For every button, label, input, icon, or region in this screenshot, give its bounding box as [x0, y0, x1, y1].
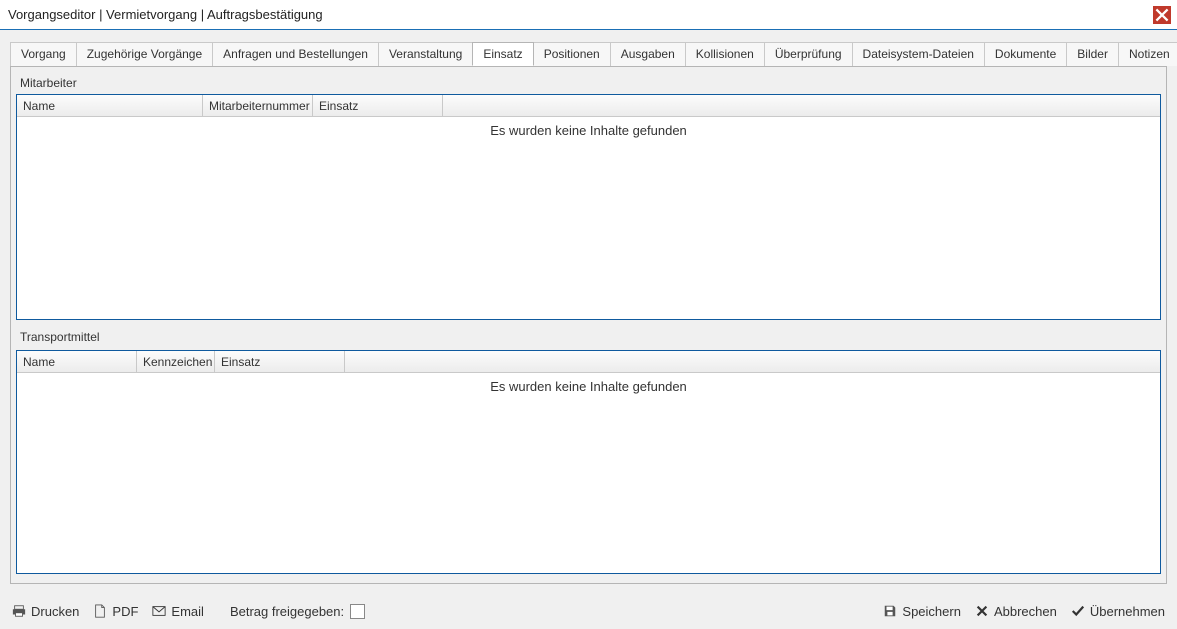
- tab-kollisionen[interactable]: Kollisionen: [685, 42, 765, 66]
- tab-positionen[interactable]: Positionen: [533, 42, 611, 66]
- close-icon: [1155, 8, 1169, 22]
- released-checkbox[interactable]: [350, 604, 365, 619]
- mitarbeiter-col-name[interactable]: Name: [17, 95, 203, 116]
- released-group: Betrag freigegeben:: [230, 604, 365, 619]
- tab-ueberpruefung[interactable]: Überprüfung: [764, 42, 853, 66]
- email-button[interactable]: Email: [152, 604, 204, 619]
- mitarbeiter-col-nummer[interactable]: Mitarbeiternummer: [203, 95, 313, 116]
- transport-col-name[interactable]: Name: [17, 351, 137, 372]
- window-title: Vorgangseditor | Vermietvorgang | Auftra…: [8, 7, 323, 22]
- transport-col-kennzeichen[interactable]: Kennzeichen: [137, 351, 215, 372]
- transport-section-title: Transportmittel: [16, 326, 1161, 348]
- tab-content: Mitarbeiter Name Mitarbeiternummer Einsa…: [10, 66, 1167, 584]
- mitarbeiter-empty-message: Es wurden keine Inhalte gefunden: [17, 117, 1160, 138]
- tab-bilder[interactable]: Bilder: [1066, 42, 1119, 66]
- transport-col-spacer: [345, 351, 1160, 372]
- mitarbeiter-grid: Name Mitarbeiternummer Einsatz Es wurden…: [16, 94, 1161, 320]
- tab-veranstaltung[interactable]: Veranstaltung: [378, 42, 473, 66]
- transport-grid-header: Name Kennzeichen Einsatz: [17, 351, 1160, 373]
- mitarbeiter-col-einsatz[interactable]: Einsatz: [313, 95, 443, 116]
- pdf-button[interactable]: PDF: [93, 604, 138, 619]
- tab-ausgaben[interactable]: Ausgaben: [610, 42, 686, 66]
- tab-bar: Vorgang Zugehörige Vorgänge Anfragen und…: [0, 30, 1177, 66]
- tab-notizen[interactable]: Notizen: [1118, 42, 1177, 66]
- mitarbeiter-grid-body[interactable]: Es wurden keine Inhalte gefunden: [17, 117, 1160, 319]
- transport-empty-message: Es wurden keine Inhalte gefunden: [17, 373, 1160, 394]
- tab-anfragen-bestellungen[interactable]: Anfragen und Bestellungen: [212, 42, 379, 66]
- email-icon: [152, 604, 166, 618]
- cancel-label: Abbrechen: [994, 604, 1057, 619]
- cancel-button[interactable]: Abbrechen: [975, 604, 1057, 619]
- close-button[interactable]: [1153, 6, 1171, 24]
- save-button[interactable]: Speichern: [883, 604, 961, 619]
- check-icon: [1071, 604, 1085, 618]
- email-label: Email: [171, 604, 204, 619]
- transport-col-einsatz[interactable]: Einsatz: [215, 351, 345, 372]
- mitarbeiter-grid-header: Name Mitarbeiternummer Einsatz: [17, 95, 1160, 117]
- cancel-icon: [975, 604, 989, 618]
- save-icon: [883, 604, 897, 618]
- transport-grid: Name Kennzeichen Einsatz Es wurden keine…: [16, 350, 1161, 574]
- save-label: Speichern: [902, 604, 961, 619]
- mitarbeiter-col-spacer: [443, 95, 1160, 116]
- pdf-icon: [93, 604, 107, 618]
- footer-bar: Drucken PDF Email Betrag freigegeben: Sp…: [0, 593, 1177, 629]
- print-icon: [12, 604, 26, 618]
- tab-dokumente[interactable]: Dokumente: [984, 42, 1067, 66]
- tab-einsatz[interactable]: Einsatz: [472, 42, 533, 66]
- tab-vorgang[interactable]: Vorgang: [10, 42, 77, 66]
- apply-label: Übernehmen: [1090, 604, 1165, 619]
- transport-grid-body[interactable]: Es wurden keine Inhalte gefunden: [17, 373, 1160, 573]
- apply-button[interactable]: Übernehmen: [1071, 604, 1165, 619]
- pdf-label: PDF: [112, 604, 138, 619]
- released-label: Betrag freigegeben:: [230, 604, 344, 619]
- print-label: Drucken: [31, 604, 79, 619]
- titlebar: Vorgangseditor | Vermietvorgang | Auftra…: [0, 0, 1177, 30]
- tab-dateisystem-dateien[interactable]: Dateisystem-Dateien: [852, 42, 985, 66]
- tab-zugehoerige-vorgaenge[interactable]: Zugehörige Vorgänge: [76, 42, 213, 66]
- mitarbeiter-section-title: Mitarbeiter: [16, 72, 1161, 94]
- print-button[interactable]: Drucken: [12, 604, 79, 619]
